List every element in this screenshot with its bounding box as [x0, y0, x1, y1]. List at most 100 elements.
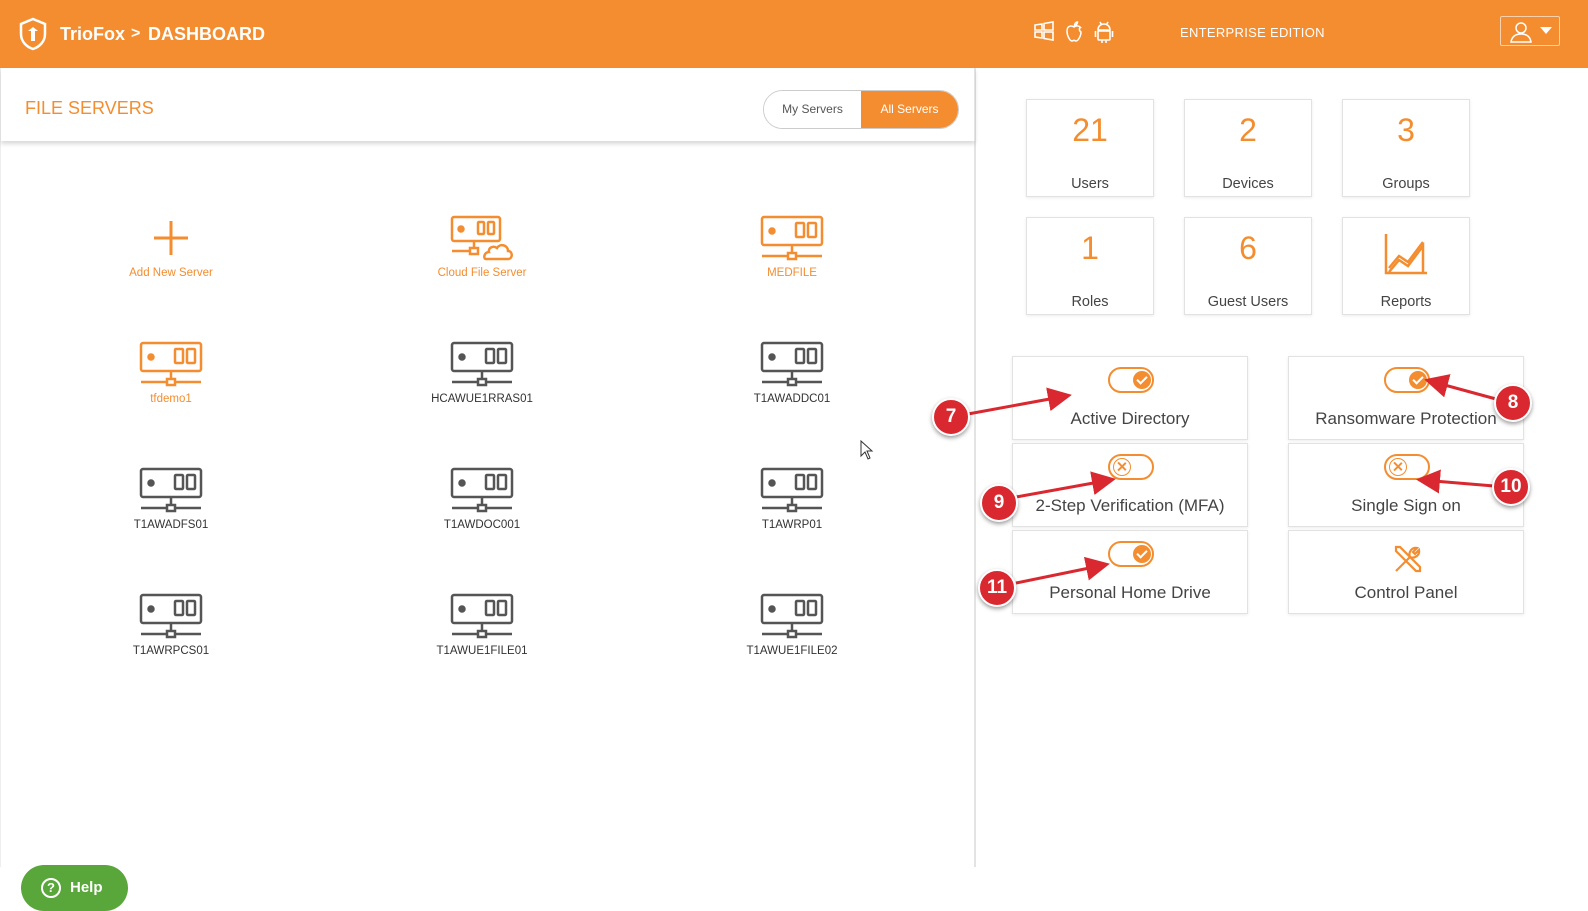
feature-toggle[interactable]	[1108, 367, 1154, 393]
server-label: tfdemo1	[150, 393, 192, 405]
server-item[interactable]: T1AWADDC01	[692, 341, 892, 405]
server-item[interactable]: T1AWADFS01	[71, 467, 271, 531]
feature-label: Single Sign on	[1351, 496, 1461, 515]
feature-card-personal-home-drive[interactable]: Personal Home Drive	[1012, 530, 1248, 614]
server-icon	[139, 593, 203, 639]
server-label: Add New Server	[129, 267, 213, 279]
check-icon	[1133, 545, 1151, 563]
server-label: T1AWUE1FILE01	[436, 645, 528, 657]
stat-card-users[interactable]: 21 Users	[1026, 99, 1154, 197]
server-item[interactable]: T1AWUE1FILE01	[382, 593, 582, 657]
stat-label: Roles	[1071, 294, 1109, 310]
feature-label: Ransomware Protection	[1315, 409, 1497, 428]
callout-badge-9: 9	[980, 484, 1018, 522]
server-item[interactable]: T1AWRP01	[692, 467, 892, 531]
tab-all-servers[interactable]: All Servers	[861, 91, 958, 128]
stat-card-guest-users[interactable]: 6 Guest Users	[1184, 217, 1312, 315]
mouse-cursor-icon	[860, 440, 874, 460]
feature-label: Personal Home Drive	[1049, 583, 1211, 602]
edition-label: ENTERPRISE EDITION	[1180, 25, 1325, 40]
stat-label: Groups	[1382, 176, 1430, 192]
server-icon	[760, 215, 824, 261]
server-item[interactable]: T1AWUE1FILE02	[692, 593, 892, 657]
stat-card-groups[interactable]: 3 Groups	[1342, 99, 1470, 197]
user-icon	[1510, 22, 1532, 43]
server-icon	[139, 341, 203, 387]
file-servers-header: FILE SERVERS My Servers All Servers	[1, 68, 975, 141]
server-label: Cloud File Server	[437, 267, 527, 279]
feature-toggle[interactable]	[1384, 454, 1430, 480]
stat-card-devices[interactable]: 2 Devices	[1184, 99, 1312, 197]
server-label: T1AWUE1FILE02	[746, 645, 838, 657]
stat-card-roles[interactable]: 1 Roles	[1026, 217, 1154, 315]
server-item[interactable]: MEDFILE	[692, 215, 892, 279]
callout-badge-10: 10	[1492, 468, 1530, 506]
stat-value: 1	[1081, 230, 1099, 266]
x-icon	[1113, 458, 1131, 476]
feature-card-active-directory[interactable]: Active Directory	[1012, 356, 1248, 440]
server-label: HCAWUE1RRAS01	[431, 393, 533, 405]
help-button[interactable]: ? Help	[21, 865, 128, 911]
user-menu-button[interactable]	[1500, 16, 1560, 46]
chevron-down-icon	[1540, 27, 1552, 34]
add-new-server-button[interactable]: Add New Server	[71, 215, 271, 279]
apple-icon[interactable]	[1063, 20, 1085, 44]
feature-card-single-sign-on[interactable]: Single Sign on	[1288, 443, 1524, 527]
callout-badge-7: 7	[932, 398, 970, 436]
feature-card-control-panel[interactable]: Control Panel	[1288, 530, 1524, 614]
server-label: T1AWDOC001	[443, 519, 521, 531]
check-icon	[1409, 371, 1427, 389]
stat-card-reports[interactable]: Reports	[1342, 217, 1470, 315]
feature-card-2-step-verification-mfa[interactable]: 2-Step Verification (MFA)	[1012, 443, 1248, 527]
top-bar: TrioFox > DASHBOARD ENTERPRISE EDITION	[0, 0, 1588, 68]
feature-toggle[interactable]	[1384, 367, 1430, 393]
stat-value: 6	[1239, 230, 1257, 266]
feature-label: Active Directory	[1070, 409, 1190, 428]
server-item[interactable]: T1AWDOC001	[382, 467, 582, 531]
feature-toggle[interactable]	[1108, 541, 1154, 567]
cloud-server-icon	[450, 215, 513, 261]
chart-icon	[1384, 234, 1427, 275]
server-item[interactable]: T1AWRPCS01	[71, 593, 271, 657]
server-icon	[139, 467, 203, 513]
stat-value: 21	[1072, 112, 1108, 148]
breadcrumb-separator: >	[131, 25, 141, 42]
android-icon[interactable]	[1093, 20, 1115, 44]
server-icon	[760, 593, 824, 639]
tools-icon	[1394, 545, 1422, 573]
file-servers-title: FILE SERVERS	[25, 98, 154, 118]
stat-value: 2	[1239, 112, 1257, 148]
server-label: T1AWRP01	[761, 519, 823, 531]
help-label: Help	[70, 879, 103, 896]
feature-toggle[interactable]	[1108, 454, 1154, 480]
plus-icon	[154, 221, 188, 255]
server-filter-toggle: My Servers All Servers	[763, 90, 959, 129]
server-icon	[760, 341, 824, 387]
server-item[interactable]: tfdemo1	[71, 341, 271, 405]
windows-icon[interactable]	[1033, 20, 1055, 44]
server-icon	[450, 467, 514, 513]
callout-badge-11: 11	[978, 569, 1016, 607]
stat-label: Reports	[1380, 294, 1432, 310]
stat-value: 3	[1397, 112, 1415, 148]
server-icon	[760, 467, 824, 513]
server-item[interactable]: Cloud File Server	[382, 215, 582, 279]
tab-my-servers[interactable]: My Servers	[764, 91, 861, 128]
breadcrumb-dashboard[interactable]: DASHBOARD	[148, 24, 265, 45]
callout-badge-8: 8	[1494, 384, 1532, 422]
server-label: MEDFILE	[767, 267, 817, 279]
feature-label: 2-Step Verification (MFA)	[1035, 496, 1225, 515]
help-icon: ?	[41, 878, 61, 898]
feature-label: Control Panel	[1354, 583, 1458, 602]
triofox-logo-icon	[19, 17, 47, 51]
client-download-icons	[1033, 20, 1115, 44]
feature-card-ransomware-protection[interactable]: Ransomware Protection	[1288, 356, 1524, 440]
brand-name[interactable]: TrioFox	[60, 24, 125, 45]
check-icon	[1133, 371, 1151, 389]
server-label: T1AWADDC01	[753, 393, 831, 405]
server-label: T1AWADFS01	[133, 519, 209, 531]
server-item[interactable]: HCAWUE1RRAS01	[382, 341, 582, 405]
stat-label: Guest Users	[1207, 294, 1289, 310]
stat-label: Users	[1071, 176, 1109, 192]
server-icon	[450, 341, 514, 387]
